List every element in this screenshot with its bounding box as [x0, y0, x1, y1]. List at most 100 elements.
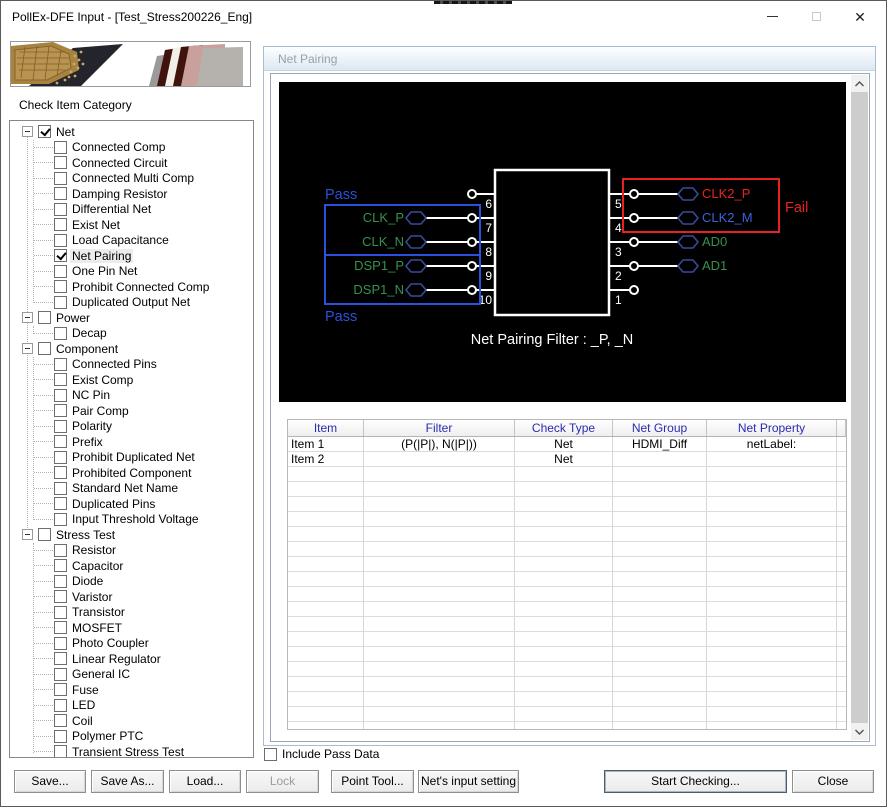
checkbox-coil[interactable]	[54, 714, 67, 727]
checkbox-component[interactable]	[38, 342, 51, 355]
tree-item-mosfet[interactable]: MOSFET	[10, 620, 253, 636]
checkbox-power[interactable]	[38, 311, 51, 324]
checkbox-damping-resistor[interactable]	[54, 187, 67, 200]
checkbox-capacitor[interactable]	[54, 559, 67, 572]
checkbox-prefix[interactable]	[54, 435, 67, 448]
checkbox-connected-comp[interactable]	[54, 141, 67, 154]
collapse-toggle-icon[interactable]	[22, 343, 33, 354]
tree-item-polymer-ptc[interactable]: Polymer PTC	[10, 729, 253, 745]
close-button[interactable]: Close	[792, 770, 874, 793]
checkbox-one-pin-net[interactable]	[54, 265, 67, 278]
column-header-check-type[interactable]: Check Type	[515, 420, 613, 436]
tree-item-standard-net-name[interactable]: Standard Net Name	[10, 481, 253, 497]
checkbox-prohibited-component[interactable]	[54, 466, 67, 479]
tree-item-duplicated-output-net[interactable]: Duplicated Output Net	[10, 295, 253, 311]
titlebar[interactable]: PollEx-DFE Input - [Test_Stress200226_En…	[1, 1, 886, 32]
vertical-scrollbar[interactable]	[851, 75, 868, 740]
tree-item-prohibit-connected-comp[interactable]: Prohibit Connected Comp	[10, 279, 253, 295]
checkbox-photo-coupler[interactable]	[54, 637, 67, 650]
scroll-up-button[interactable]	[851, 75, 868, 92]
checkbox-connected-pins[interactable]	[54, 358, 67, 371]
checkbox-stress-test[interactable]	[38, 528, 51, 541]
checkbox-varistor[interactable]	[54, 590, 67, 603]
checkbox-linear-regulator[interactable]	[54, 652, 67, 665]
checkbox-connected-multi-comp[interactable]	[54, 172, 67, 185]
checkbox-prohibit-duplicated-net[interactable]	[54, 451, 67, 464]
tree-item-power[interactable]: Power	[10, 310, 253, 326]
checkbox-polymer-ptc[interactable]	[54, 730, 67, 743]
save-button[interactable]: Save...	[14, 770, 86, 793]
checkbox-decap[interactable]	[54, 327, 67, 340]
tree-item-prohibited-component[interactable]: Prohibited Component	[10, 465, 253, 481]
column-header-filter[interactable]: Filter	[364, 420, 515, 436]
collapse-toggle-icon[interactable]	[22, 126, 33, 137]
tree-item-input-threshold-voltage[interactable]: Input Threshold Voltage	[10, 512, 253, 528]
tree-item-linear-regulator[interactable]: Linear Regulator	[10, 651, 253, 667]
tree-item-pair-comp[interactable]: Pair Comp	[10, 403, 253, 419]
checkbox-duplicated-pins[interactable]	[54, 497, 67, 510]
tree-item-stress-test[interactable]: Stress Test	[10, 527, 253, 543]
tree-item-differential-net[interactable]: Differential Net	[10, 202, 253, 218]
start-checking-button[interactable]: Start Checking...	[604, 770, 787, 793]
checkbox-resistor[interactable]	[54, 544, 67, 557]
tree-item-prohibit-duplicated-net[interactable]: Prohibit Duplicated Net	[10, 450, 253, 466]
load-button[interactable]: Load...	[169, 770, 241, 793]
tree-item-nc-pin[interactable]: NC Pin	[10, 388, 253, 404]
net-s-input-setting-button[interactable]: Net's input setting	[418, 770, 519, 793]
tree-item-photo-coupler[interactable]: Photo Coupler	[10, 636, 253, 652]
include-pass-data-option[interactable]: Include Pass Data	[264, 747, 379, 761]
collapse-toggle-icon[interactable]	[22, 529, 33, 540]
tree-item-transient-stress-test[interactable]: Transient Stress Test	[10, 744, 253, 758]
checkbox-input-threshold-voltage[interactable]	[54, 513, 67, 526]
checkbox-diode[interactable]	[54, 575, 67, 588]
tree-item-coil[interactable]: Coil	[10, 713, 253, 729]
checkbox-general-ic[interactable]	[54, 668, 67, 681]
tree-item-net[interactable]: Net	[10, 124, 253, 140]
save-as-button[interactable]: Save As...	[91, 770, 164, 793]
tree-item-damping-resistor[interactable]: Damping Resistor	[10, 186, 253, 202]
checkbox-pair-comp[interactable]	[54, 404, 67, 417]
tree-item-connected-circuit[interactable]: Connected Circuit	[10, 155, 253, 171]
close-button[interactable]: ✕	[838, 1, 882, 32]
checkbox-standard-net-name[interactable]	[54, 482, 67, 495]
checkbox-load-capacitance[interactable]	[54, 234, 67, 247]
tree-item-duplicated-pins[interactable]: Duplicated Pins	[10, 496, 253, 512]
tree-item-transistor[interactable]: Transistor	[10, 605, 253, 621]
tree-item-capacitor[interactable]: Capacitor	[10, 558, 253, 574]
column-header-item[interactable]: Item	[288, 420, 364, 436]
checkbox-fuse[interactable]	[54, 683, 67, 696]
tree-item-fuse[interactable]: Fuse	[10, 682, 253, 698]
tree-item-polarity[interactable]: Polarity	[10, 419, 253, 435]
minimize-button[interactable]	[750, 1, 794, 32]
checkbox-mosfet[interactable]	[54, 621, 67, 634]
tree-item-net-pairing[interactable]: Net Pairing	[10, 248, 253, 264]
column-header-net-group[interactable]: Net Group	[613, 420, 707, 436]
point-tool-button[interactable]: Point Tool...	[331, 770, 414, 793]
tree-item-component[interactable]: Component	[10, 341, 253, 357]
tree-item-resistor[interactable]: Resistor	[10, 543, 253, 559]
checkbox-exist-net[interactable]	[54, 218, 67, 231]
tree-item-connected-multi-comp[interactable]: Connected Multi Comp	[10, 171, 253, 187]
tree-item-exist-net[interactable]: Exist Net	[10, 217, 253, 233]
table-row-item-2[interactable]: Item 2Net	[288, 452, 846, 467]
tree-item-prefix[interactable]: Prefix	[10, 434, 253, 450]
checkbox-transient-stress-test[interactable]	[54, 745, 67, 758]
tree-item-one-pin-net[interactable]: One Pin Net	[10, 264, 253, 280]
checkbox-duplicated-output-net[interactable]	[54, 296, 67, 309]
checkbox-nc-pin[interactable]	[54, 389, 67, 402]
collapse-toggle-icon[interactable]	[22, 312, 33, 323]
tree-item-load-capacitance[interactable]: Load Capacitance	[10, 233, 253, 249]
scroll-down-button[interactable]	[851, 723, 868, 740]
checkbox-connected-circuit[interactable]	[54, 156, 67, 169]
checkbox-polarity[interactable]	[54, 420, 67, 433]
tree-item-diode[interactable]: Diode	[10, 574, 253, 590]
tree-item-decap[interactable]: Decap	[10, 326, 253, 342]
table-row-item-1[interactable]: Item 1(P(|P|), N(|P|))NetHDMI_DiffnetLab…	[288, 437, 846, 452]
tree-item-exist-comp[interactable]: Exist Comp	[10, 372, 253, 388]
tree-item-connected-comp[interactable]: Connected Comp	[10, 140, 253, 156]
maximize-button[interactable]	[794, 1, 838, 32]
checkbox-net[interactable]	[38, 125, 51, 138]
column-header-net-property[interactable]: Net Property	[707, 420, 837, 436]
checkbox-led[interactable]	[54, 699, 67, 712]
checkbox-net-pairing[interactable]	[54, 249, 67, 262]
